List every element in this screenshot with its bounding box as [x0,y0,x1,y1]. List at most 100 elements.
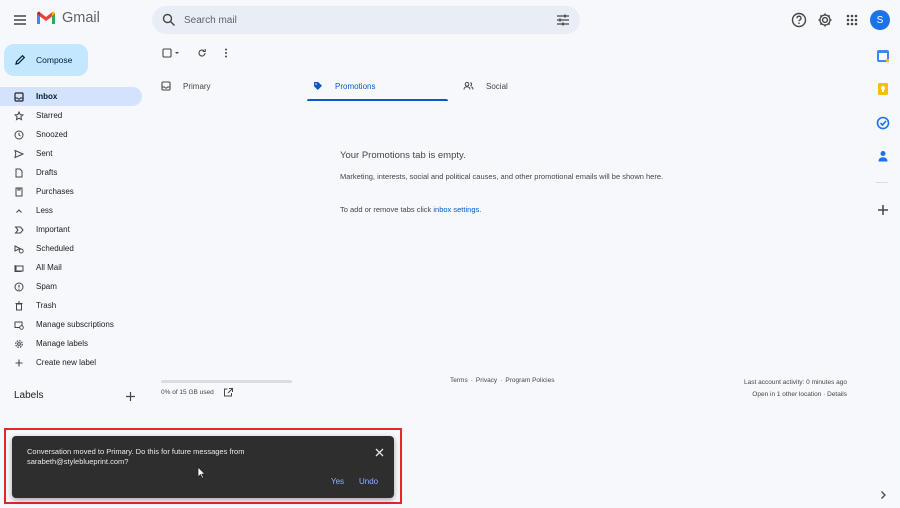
sidebar-item-label: All Mail [36,263,62,272]
tab-promotions[interactable]: Promotions [313,70,448,102]
tune-icon[interactable] [556,13,570,27]
sidebar-item-create-new-label[interactable]: Create new label [0,353,142,372]
apps-icon [846,14,858,26]
sidebar-item-all-mail[interactable]: All Mail [0,258,142,277]
manage-storage-button[interactable] [224,388,233,397]
draft-icon [15,168,23,177]
inbox-icon [161,81,171,91]
footer-separator: · [470,377,473,384]
empty-state-tabs-hint: To add or remove tabs click inbox settin… [340,205,481,214]
program-policies-link[interactable]: Program Policies [505,377,554,384]
sidebar-item-label: Important [36,225,70,234]
open-in-new-icon [224,388,233,397]
sidebar-item-label: Create new label [36,358,97,367]
toast-yes-button[interactable]: Yes [331,477,344,486]
sidebar-item-trash[interactable]: Trash [0,296,142,315]
contacts-icon [878,151,888,162]
search-bar[interactable] [152,6,580,34]
storage-usage-text: 0% of 15 GB used [161,389,214,396]
sidebar-item-purchases[interactable]: Purchases [0,182,142,201]
people-icon [463,81,474,90]
sidebar-item-manage-labels[interactable]: Manage labels [0,334,142,353]
footer-separator: · [823,391,826,398]
search-icon[interactable] [162,13,176,27]
close-icon [375,448,384,457]
terms-link[interactable]: Terms [450,377,468,384]
sidebar-item-label: Spam [36,282,57,291]
gear-icon [15,339,23,348]
inbox-settings-link[interactable]: inbox settings [433,205,479,214]
tasks-app-button[interactable] [876,116,890,130]
sidebar-item-important[interactable]: Important [0,220,142,239]
show-side-panel-button[interactable] [879,490,887,500]
tab-social[interactable]: Social [463,70,598,102]
main-menu-button[interactable] [10,10,30,30]
refresh-button[interactable] [197,48,207,58]
star-icon [14,110,24,121]
sidebar-item-scheduled[interactable]: Scheduled [0,239,142,258]
tasks-icon [876,116,890,130]
plus-icon [126,392,135,401]
settings-button[interactable] [816,11,834,29]
important-icon [14,226,24,233]
empty-state-title: Your Promotions tab is empty. [340,150,466,161]
tabs-hint-suffix: . [479,205,482,214]
sidebar-item-label: Sent [36,149,53,158]
tab-label: Promotions [335,81,376,91]
google-apps-button[interactable] [843,11,861,29]
sidebar-item-drafts[interactable]: Drafts [0,163,142,182]
footer-separator: · [500,377,503,384]
sidebar-item-label: Manage subscriptions [36,320,114,329]
compose-button[interactable]: Compose [4,44,88,76]
privacy-link[interactable]: Privacy [476,377,497,384]
calendar-app-button[interactable] [876,49,890,63]
help-button[interactable] [790,11,808,29]
sidebar-item-manage-subscriptions[interactable]: Manage subscriptions [0,315,142,334]
more-options-button[interactable] [223,48,229,58]
checkbox-icon [162,48,179,58]
plus-icon [15,359,23,366]
account-avatar[interactable]: S [870,10,890,30]
select-all-checkbox[interactable] [162,48,180,58]
sidebar-item-label: Inbox [36,92,58,101]
toast-undo-button[interactable]: Undo [359,477,378,486]
send-icon [14,149,24,158]
sidebar-item-inbox[interactable]: Inbox [0,87,142,106]
chevron-up-icon [16,208,22,213]
sidebar-item-spam[interactable]: Spam [0,277,142,296]
sidebar-item-starred[interactable]: Starred [0,106,142,125]
settings-icon [818,13,832,27]
get-addons-button[interactable] [876,203,890,217]
help-icon [791,12,807,28]
tab-label: Social [486,81,508,91]
activity-details-link[interactable]: Details [827,391,847,398]
clock-icon [14,130,24,139]
tab-primary[interactable]: Primary [161,70,306,102]
toast-close-button[interactable] [375,448,384,457]
sidebar-item-label: Manage labels [36,339,89,348]
chevron-right-icon [881,491,886,499]
keep-app-button[interactable] [876,82,890,96]
sidebar-item-less[interactable]: Less [0,201,142,220]
create-label-button[interactable] [125,391,136,402]
tag-icon [314,82,322,90]
last-activity-text: Last account activity: 0 minutes ago [744,379,847,386]
spam-icon [14,282,24,291]
sidebar-item-snoozed[interactable]: Snoozed [0,125,142,144]
refresh-icon [198,49,206,57]
search-input[interactable] [184,10,544,30]
sidebar-item-sent[interactable]: Sent [0,144,142,163]
tab-label: Primary [183,81,211,91]
tabs-hint-text: To add or remove tabs click [340,205,434,214]
contacts-app-button[interactable] [876,149,890,163]
gmail-logo-link[interactable]: Gmail [36,10,100,26]
open-in-text: Open in 1 other location [752,391,822,398]
compose-label: Compose [36,55,73,65]
all-mail-icon [14,264,24,272]
empty-state-description: Marketing, interests, social and politic… [340,172,664,181]
cursor-icon [197,466,206,479]
keep-icon [878,83,888,95]
tag-icon [15,187,23,196]
account-activity: Last account activity: 0 minutes ago Ope… [744,377,847,401]
trash-icon [15,301,23,310]
